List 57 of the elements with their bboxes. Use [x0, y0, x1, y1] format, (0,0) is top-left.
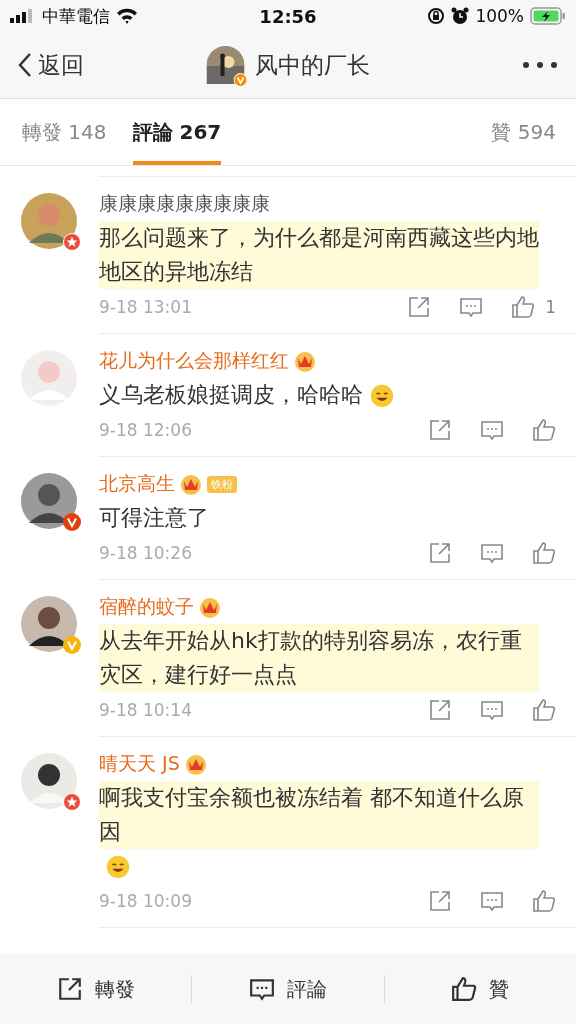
- user-name[interactable]: 康康康康康康康康康: [99, 191, 270, 217]
- share-icon[interactable]: [428, 889, 452, 913]
- comment-text: 啊我支付宝余额也被冻结着 都不知道什么原因: [99, 781, 539, 849]
- timestamp: 9-18 13:01: [99, 297, 192, 317]
- battery-icon: [530, 7, 566, 25]
- clock: 12:56: [259, 5, 317, 27]
- avatar: [21, 350, 77, 406]
- comment-text: 那么问题来了，为什么都是河南西藏这些内地地区的异地冻结: [99, 221, 539, 289]
- more-icon[interactable]: [522, 61, 558, 69]
- avatar: [21, 753, 77, 809]
- comment-text: 可得注意了: [99, 504, 209, 532]
- wifi-icon: [116, 8, 138, 24]
- like-icon[interactable]: [532, 418, 556, 442]
- verified-badge-icon: [233, 73, 248, 87]
- back-button[interactable]: 返回: [18, 49, 84, 81]
- like-icon[interactable]: [511, 295, 536, 319]
- comment-text: 从去年开始从hk打款的特别容易冻，农行重灾区，建行好一点点: [99, 624, 539, 692]
- share-button[interactable]: 轉發: [0, 954, 192, 1024]
- timestamp: 9-18 10:14: [99, 700, 192, 720]
- like-icon[interactable]: [532, 698, 556, 722]
- tab[interactable]: 評論 267: [132, 99, 222, 165]
- like-count: 1: [545, 297, 556, 317]
- comment-icon[interactable]: [480, 889, 504, 913]
- avatar: [21, 193, 77, 249]
- share-icon: [56, 976, 83, 1002]
- alarm-icon: [451, 7, 470, 25]
- share-icon[interactable]: [428, 698, 452, 722]
- timestamp: 9-18 10:09: [99, 891, 192, 911]
- comment-icon: [249, 976, 275, 1002]
- comment-icon[interactable]: [480, 698, 504, 722]
- timestamp: 9-18 10:26: [99, 543, 192, 563]
- share-icon[interactable]: [428, 541, 452, 565]
- like-icon: [451, 976, 478, 1002]
- rotation-lock-icon: [427, 7, 446, 25]
- star-badge-icon: [63, 793, 81, 811]
- comment-button[interactable]: 評論: [192, 954, 384, 1024]
- comment-text: 义乌老板娘挺调皮，哈哈哈: [99, 381, 363, 409]
- avatar: [21, 596, 77, 652]
- comment-icon[interactable]: [459, 295, 484, 319]
- avatar: [206, 46, 245, 84]
- chevron-left-icon: [18, 52, 32, 78]
- timestamp: 9-18 12:06: [99, 420, 192, 440]
- tab[interactable]: 轉發 148: [22, 99, 107, 165]
- share-icon[interactable]: [407, 295, 432, 319]
- fan-tag: 铁粉: [207, 475, 237, 493]
- star-badge-icon: [63, 233, 81, 251]
- like-button[interactable]: 贊: [384, 954, 576, 1024]
- nav-title: 风中的厂长: [254, 50, 370, 80]
- like-icon[interactable]: [532, 889, 556, 913]
- comment-icon[interactable]: [480, 541, 504, 565]
- like-icon[interactable]: [532, 541, 556, 565]
- tab[interactable]: 贊 594: [491, 99, 556, 165]
- battery-percent: 100%: [475, 6, 524, 26]
- carrier: 中華電信: [42, 4, 110, 28]
- comment-icon[interactable]: [480, 418, 504, 442]
- share-icon[interactable]: [428, 418, 452, 442]
- avatar: [21, 473, 77, 529]
